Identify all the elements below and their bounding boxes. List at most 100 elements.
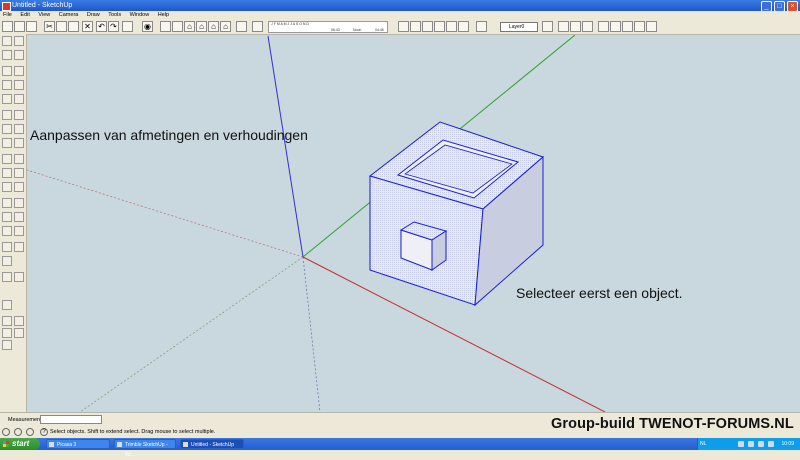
3d-text-icon[interactable] (14, 182, 24, 192)
menu-draw[interactable]: Draw (87, 12, 100, 18)
select-tool-icon[interactable] (2, 36, 12, 46)
geo-location-icon[interactable] (2, 428, 10, 436)
credits-icon[interactable] (14, 428, 22, 436)
paste-icon[interactable] (68, 21, 79, 32)
style-textured-icon[interactable] (446, 21, 457, 32)
orbit-icon[interactable] (2, 198, 12, 208)
style-xray-icon[interactable] (398, 21, 409, 32)
dimension-icon[interactable] (14, 154, 24, 164)
scene-svg[interactable] (27, 35, 800, 412)
zoom-icon[interactable] (2, 212, 12, 222)
selected-box-object[interactable] (368, 121, 544, 307)
split-icon[interactable] (2, 340, 12, 350)
intersect-icon[interactable] (2, 316, 12, 326)
layer-dropdown[interactable]: Layer0 (500, 22, 538, 32)
circle-icon[interactable] (2, 80, 12, 90)
save-icon[interactable] (26, 21, 37, 32)
3d-warehouse-icon[interactable] (558, 21, 569, 32)
scale-icon[interactable] (2, 138, 12, 148)
camera-right-icon[interactable]: ⌂ (196, 21, 207, 32)
look-around-icon[interactable] (2, 256, 12, 266)
move-icon[interactable] (2, 110, 12, 120)
section-plane-icon[interactable] (2, 272, 12, 282)
camera-iso-icon[interactable] (160, 21, 171, 32)
task-picasa[interactable]: Picasa 3 (46, 439, 110, 449)
position-camera-icon[interactable] (2, 242, 12, 252)
eraser-icon[interactable] (14, 50, 24, 60)
pan-icon[interactable] (14, 198, 24, 208)
shadow-toggle-icon[interactable] (252, 21, 263, 32)
menu-edit[interactable]: Edit (20, 12, 29, 18)
measurements-input[interactable] (40, 415, 102, 424)
push-pull-icon[interactable] (14, 110, 24, 120)
follow-me-icon[interactable] (14, 124, 24, 134)
language-indicator[interactable]: NL (700, 438, 706, 450)
new-file-icon[interactable] (2, 21, 13, 32)
walk-icon[interactable] (14, 242, 24, 252)
menu-tools[interactable]: Tools (108, 12, 121, 18)
layers-window-icon[interactable] (542, 21, 553, 32)
component-icon[interactable] (14, 36, 24, 46)
shadow-time-slider[interactable]: J F M A M J J A S O N D 06:43 Noon 04:46 (268, 21, 388, 33)
camera-top-icon[interactable] (172, 21, 183, 32)
rectangle-icon[interactable] (2, 66, 12, 76)
style-wireframe-icon[interactable] (410, 21, 421, 32)
menu-window[interactable]: Window (130, 12, 150, 18)
camera-front-icon[interactable]: ⌂ (184, 21, 195, 32)
camera-back-icon[interactable]: ⌂ (208, 21, 219, 32)
task-trimble-sketchup[interactable]: Trimble SketchUp - Wi... (114, 439, 176, 458)
menu-view[interactable]: View (38, 12, 50, 18)
menu-file[interactable]: File (3, 12, 12, 18)
style-hidden-line-icon[interactable] (422, 21, 433, 32)
start-button[interactable]: start (0, 438, 40, 450)
polygon-icon[interactable] (2, 94, 12, 104)
shadow-settings-icon[interactable] (236, 21, 247, 32)
get-current-view-icon[interactable] (610, 21, 621, 32)
paint-bucket-icon[interactable] (2, 50, 12, 60)
rotate-icon[interactable] (2, 124, 12, 134)
google-earth-view-icon[interactable] (598, 21, 609, 32)
tray-update-icon[interactable] (768, 441, 774, 447)
share-component-icon[interactable] (582, 21, 593, 32)
camera-left-icon[interactable]: ⌂ (220, 21, 231, 32)
task-untitled-sketchup[interactable]: Untitled - SketchUp (180, 439, 244, 449)
tray-clock[interactable]: 10:09 (781, 438, 794, 450)
tape-measure-icon[interactable] (2, 154, 12, 164)
previous-view-icon[interactable] (14, 226, 24, 236)
place-model-icon[interactable] (634, 21, 645, 32)
undo-icon[interactable]: ↶ (96, 21, 107, 32)
line-icon[interactable] (14, 66, 24, 76)
protractor-icon[interactable] (2, 168, 12, 178)
redo-icon[interactable]: ↷ (108, 21, 119, 32)
freehand-icon[interactable] (14, 94, 24, 104)
style-monochrome-icon[interactable] (458, 21, 469, 32)
display-section-icon[interactable] (14, 272, 24, 282)
layer-manager-icon[interactable] (476, 21, 487, 32)
trim-icon[interactable] (14, 328, 24, 338)
menu-camera[interactable]: Camera (59, 12, 79, 18)
arc-icon[interactable] (14, 80, 24, 90)
user-icon[interactable] (26, 428, 34, 436)
union-icon[interactable] (14, 316, 24, 326)
print-icon[interactable] (122, 21, 133, 32)
model-info-icon[interactable]: ◉ (142, 21, 153, 32)
copy-icon[interactable] (56, 21, 67, 32)
style-shaded-icon[interactable] (434, 21, 445, 32)
text-icon[interactable] (14, 168, 24, 178)
menu-help[interactable]: Help (158, 12, 169, 18)
help-icon[interactable]: ? (40, 428, 48, 436)
offset-icon[interactable] (14, 138, 24, 148)
zoom-extents-icon[interactable] (2, 226, 12, 236)
axes-icon[interactable] (2, 182, 12, 192)
window-titlebar[interactable]: Untitled - SketchUp _ □ × (0, 0, 800, 12)
toggle-terrain-icon[interactable] (622, 21, 633, 32)
open-folder-icon[interactable] (14, 21, 25, 32)
tray-security-icon[interactable] (758, 441, 764, 447)
get-models-icon[interactable] (646, 21, 657, 32)
tray-volume-icon[interactable] (748, 441, 754, 447)
share-model-icon[interactable] (570, 21, 581, 32)
outer-shell-icon[interactable] (2, 300, 12, 310)
zoom-window-icon[interactable] (14, 212, 24, 222)
drawing-viewport[interactable]: Aanpassen van afmetingen en verhoudingen… (27, 35, 800, 412)
tray-network-icon[interactable] (738, 441, 744, 447)
